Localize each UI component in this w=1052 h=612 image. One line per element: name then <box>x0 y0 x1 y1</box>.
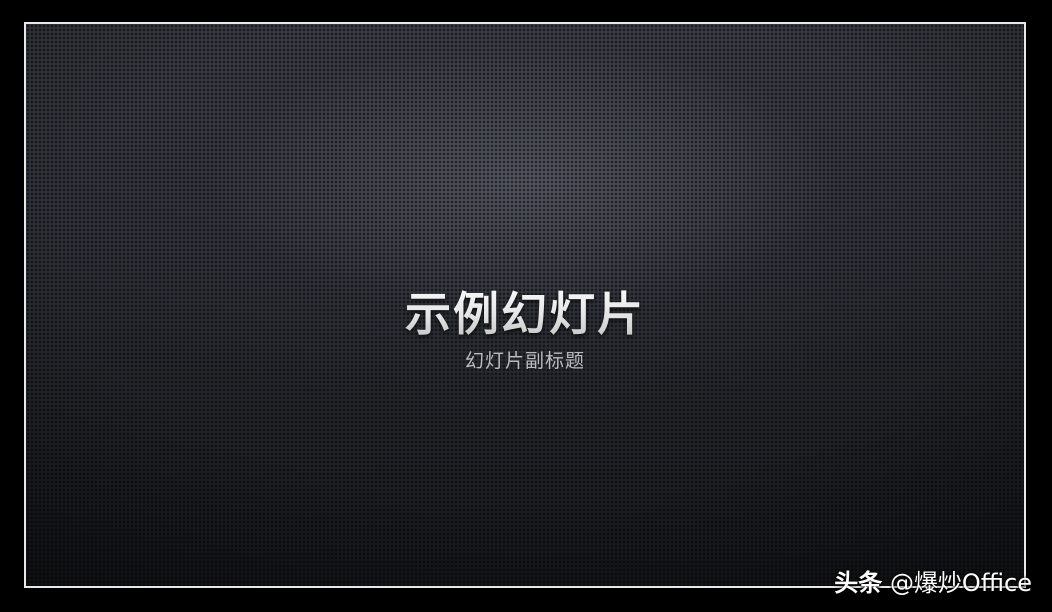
slide-subtitle[interactable]: 幻灯片副标题 <box>26 346 1024 373</box>
watermark-brand: 头条 <box>834 569 883 597</box>
watermark-handle: @爆炒Office <box>889 569 1032 597</box>
slide[interactable]: 示例幻灯片 幻灯片副标题 <box>24 22 1026 588</box>
presentation-frame: 示例幻灯片 幻灯片副标题 头条 @爆炒Office <box>0 0 1052 612</box>
slide-title[interactable]: 示例幻灯片 <box>26 278 1024 344</box>
watermark: 头条 @爆炒Office <box>834 563 1032 598</box>
